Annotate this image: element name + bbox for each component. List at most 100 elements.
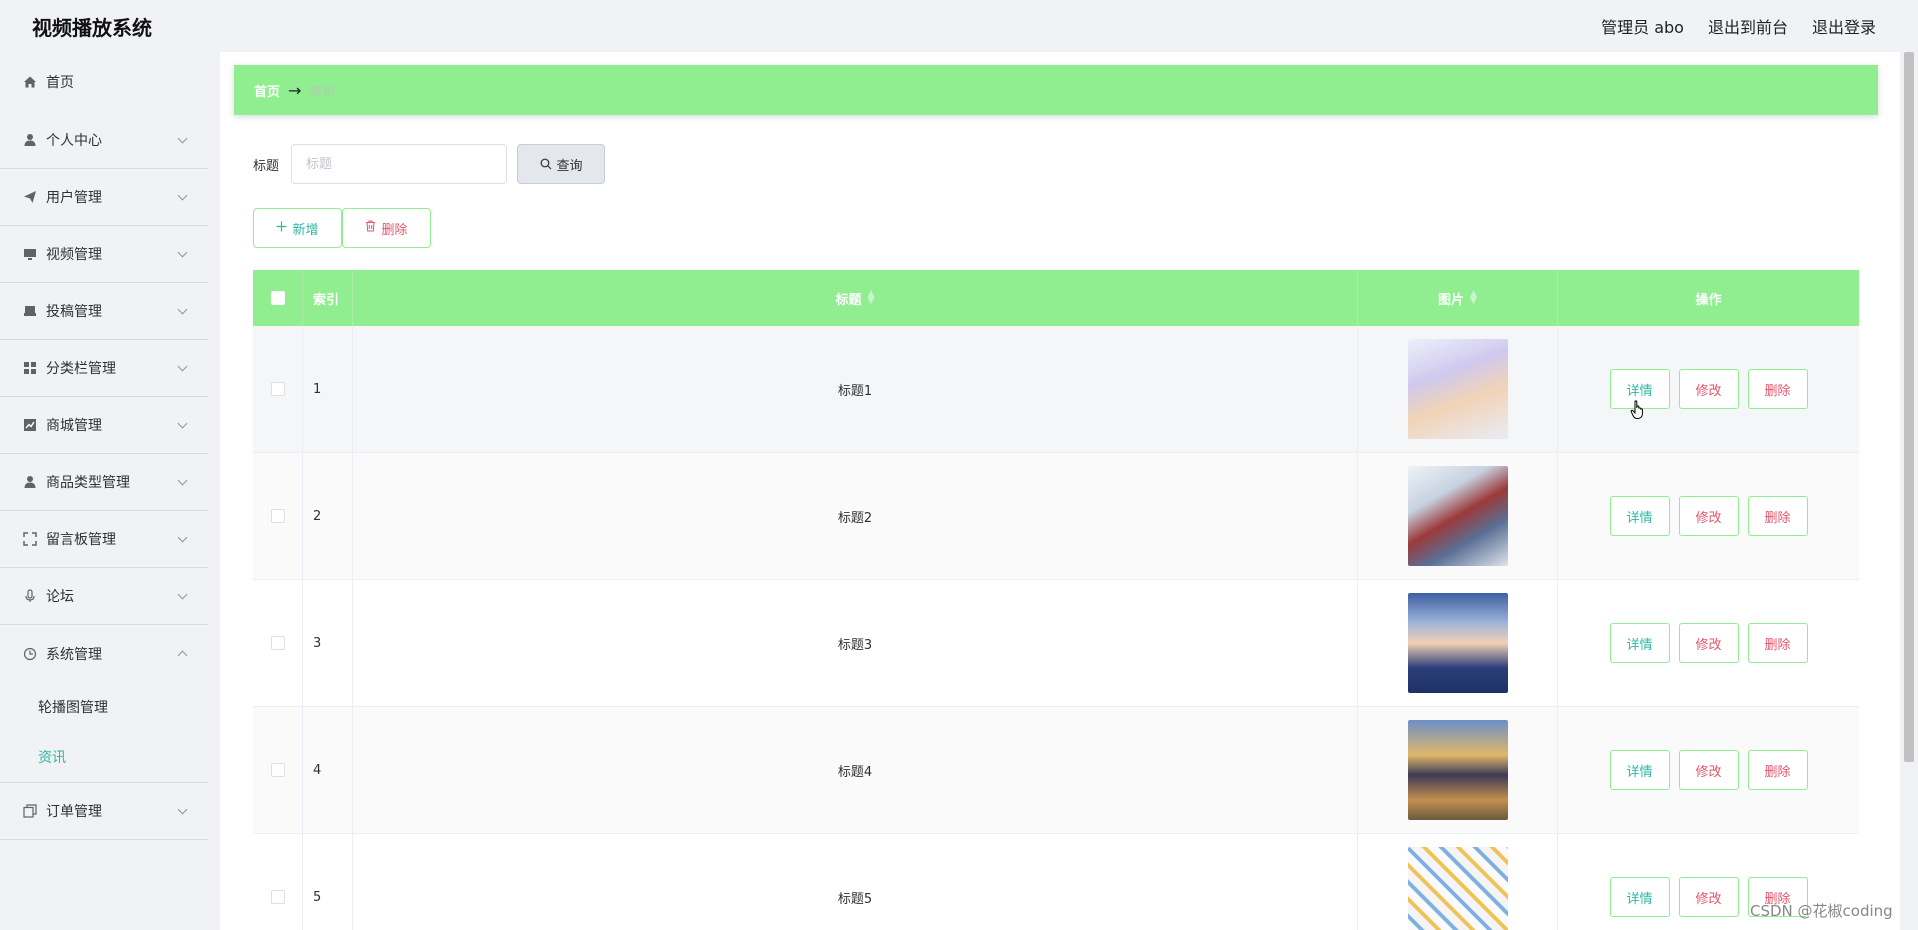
breadcrumb: 首页 → 资讯: [234, 65, 1878, 115]
chart-icon: [22, 417, 38, 433]
back-to-front-link[interactable]: 退出到前台: [1708, 14, 1788, 38]
sort-icon[interactable]: ▲ ▼: [1470, 289, 1477, 305]
row-select-cell: [253, 453, 303, 579]
row-thumbnail: [1407, 466, 1508, 566]
header-index: 索引: [303, 270, 353, 326]
select-all-checkbox[interactable]: [270, 291, 285, 305]
delete-button[interactable]: 删除: [1747, 369, 1808, 409]
header-image-cell[interactable]: 图片 ▲ ▼: [1358, 270, 1558, 326]
sort-icon[interactable]: ▲ ▼: [868, 289, 875, 305]
app-title: 视频播放系统: [32, 16, 152, 40]
sidebar-item-product-type-management[interactable]: 商品类型管理: [0, 454, 208, 511]
chevron-down-icon: [177, 247, 188, 258]
row-ops-cell: 详情 修改 删除: [1558, 707, 1859, 833]
row-image-cell: [1358, 453, 1558, 579]
row-index: 2: [303, 453, 353, 579]
news-table: 索引 标题 ▲ ▼ 图片 ▲ ▼ 操作 1 标题1 详情 修改 删除 2 标题2…: [253, 270, 1859, 930]
add-button[interactable]: 新增: [253, 208, 342, 248]
header-image: 图片: [1438, 292, 1465, 308]
sidebar-item-order-management[interactable]: 订单管理: [0, 783, 208, 840]
row-ops-cell: 详情 修改 删除: [1558, 326, 1859, 452]
select-all-cell: [253, 270, 303, 326]
sidebar-item-label: 视频管理: [46, 247, 102, 263]
chevron-down-icon: [177, 304, 188, 315]
row-title: 标题4: [353, 707, 1358, 833]
sidebar-item-video-management[interactable]: 视频管理: [0, 226, 208, 283]
sidebar-item-system-management[interactable]: 系统管理: [0, 625, 208, 682]
detail-button[interactable]: 详情: [1609, 750, 1670, 790]
chevron-down-icon: [177, 361, 188, 372]
delete-button[interactable]: 删除: [1747, 623, 1808, 663]
detail-button[interactable]: 详情: [1609, 496, 1670, 536]
header-title: 标题: [835, 292, 862, 308]
sidebar-item-home[interactable]: 首页: [0, 52, 208, 112]
row-select-cell: [253, 834, 303, 930]
edit-button[interactable]: 修改: [1678, 877, 1739, 917]
sidebar-item-forum[interactable]: 论坛: [0, 568, 208, 625]
table-row: 4 标题4 详情 修改 删除: [253, 707, 1859, 834]
sidebar-item-message-board-management[interactable]: 留言板管理: [0, 511, 208, 568]
header-title-cell[interactable]: 标题 ▲ ▼: [353, 270, 1358, 326]
sidebar-item-label: 商品类型管理: [46, 475, 130, 491]
sidebar-subitem-carousel-management[interactable]: 轮播图管理: [0, 682, 208, 732]
delete-button[interactable]: 删除: [1747, 750, 1808, 790]
search-button[interactable]: 查询: [517, 144, 606, 184]
row-title: 标题2: [353, 453, 1358, 579]
sidebar-item-label: 留言板管理: [46, 532, 116, 548]
breadcrumb-current: 资讯: [309, 84, 336, 100]
system-submenu: 轮播图管理 资讯: [0, 682, 208, 783]
table-row: 1 标题1 详情 修改 删除: [253, 326, 1859, 453]
bulk-delete-button[interactable]: 删除: [342, 208, 431, 248]
edit-button[interactable]: 修改: [1678, 496, 1739, 536]
vertical-scrollbar[interactable]: [1904, 52, 1914, 762]
main-content: 首页 → 资讯 标题 查询 新增 删除 索引: [220, 52, 1900, 930]
logout-link[interactable]: 退出登录: [1812, 14, 1876, 38]
table-header: 索引 标题 ▲ ▼ 图片 ▲ ▼ 操作: [253, 270, 1859, 326]
detail-button[interactable]: 详情: [1609, 623, 1670, 663]
row-checkbox[interactable]: [270, 509, 285, 523]
row-index: 3: [303, 580, 353, 706]
search-icon: [540, 158, 552, 170]
monitor-icon: [22, 246, 38, 262]
detail-button[interactable]: 详情: [1609, 877, 1670, 917]
user-icon: [22, 474, 38, 490]
row-checkbox[interactable]: [270, 636, 285, 650]
delete-button[interactable]: 删除: [1747, 496, 1808, 536]
row-title: 标题1: [353, 326, 1358, 452]
chevron-down-icon: [177, 589, 188, 600]
chevron-down-icon: [177, 190, 188, 201]
header-actions: 管理员 abo 退出到前台 退出登录: [1601, 14, 1876, 38]
sidebar-item-label: 用户管理: [46, 190, 102, 206]
sidebar-item-category-management[interactable]: 分类栏管理: [0, 340, 208, 397]
row-image-cell: [1358, 326, 1558, 452]
sidebar-subitem-news[interactable]: 资讯: [0, 732, 208, 782]
row-index: 4: [303, 707, 353, 833]
breadcrumb-separator: →: [288, 80, 302, 100]
row-checkbox[interactable]: [270, 890, 285, 904]
plus-icon: [276, 221, 287, 236]
sidebar-item-user-management[interactable]: 用户管理: [0, 169, 208, 226]
table-row: 3 标题3 详情 修改 删除: [253, 580, 1859, 707]
sidebar-item-mall-management[interactable]: 商城管理: [0, 397, 208, 454]
chevron-down-icon: [177, 532, 188, 543]
row-checkbox[interactable]: [270, 763, 285, 777]
edit-button[interactable]: 修改: [1678, 750, 1739, 790]
title-search-input[interactable]: [291, 144, 508, 184]
breadcrumb-home[interactable]: 首页: [254, 81, 280, 100]
row-thumbnail: [1407, 720, 1508, 820]
row-checkbox[interactable]: [270, 382, 285, 396]
chevron-down-icon: [177, 804, 188, 815]
edit-button[interactable]: 修改: [1678, 369, 1739, 409]
grid-icon: [22, 360, 38, 376]
sidebar-item-personal-center[interactable]: 个人中心: [0, 112, 208, 169]
chevron-down-icon: [177, 133, 188, 144]
trash-icon: [365, 220, 376, 236]
copy-icon: [22, 803, 38, 819]
sidebar-item-submission-management[interactable]: 投稿管理: [0, 283, 208, 340]
row-select-cell: [253, 326, 303, 452]
search-label: 标题: [253, 158, 280, 174]
sidebar-item-label: 订单管理: [46, 804, 102, 820]
edit-button[interactable]: 修改: [1678, 623, 1739, 663]
chevron-up-icon: [177, 650, 188, 660]
sidebar-item-label: 系统管理: [46, 646, 102, 663]
